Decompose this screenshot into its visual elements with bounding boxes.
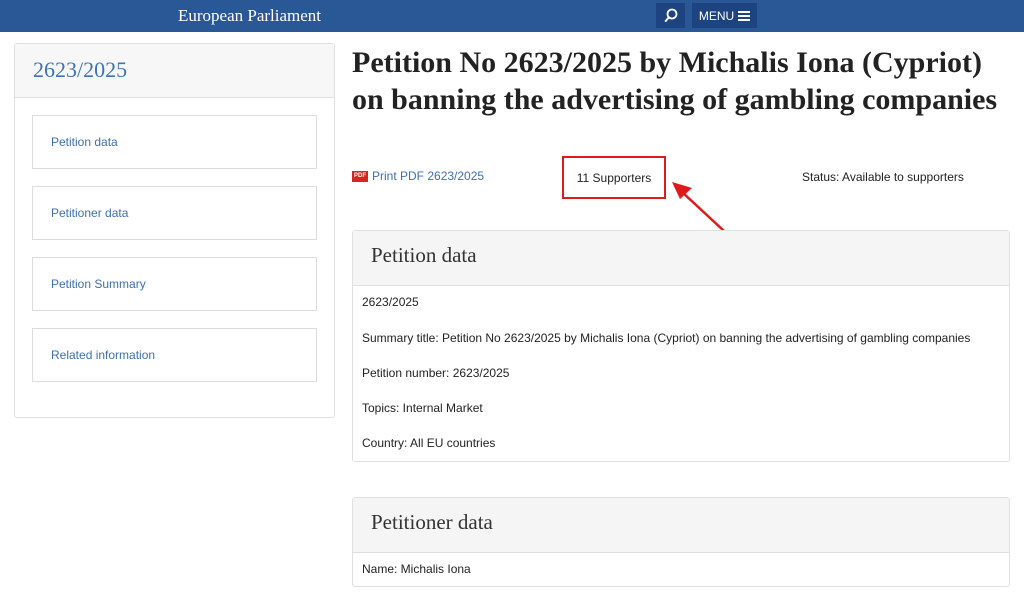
supporters-count-highlight: 11 Supporters [562,156,666,199]
pdf-icon: PDF [352,170,368,182]
site-brand-link[interactable]: European Parliament [178,6,321,26]
petitioner-name: Name: Michalis Iona [362,562,471,576]
topics: Topics: Internal Market [362,401,483,415]
summary-title: Summary title: Petition No 2623/2025 by … [362,331,971,345]
print-pdf-link[interactable]: PDF Print PDF 2623/2025 [352,169,484,183]
top-navigation-bar: European Parliament MENU [0,0,1024,32]
sidebar-item-petition-summary[interactable]: Petition Summary [32,257,317,311]
hamburger-icon [738,10,751,21]
page-title: Petition No 2623/2025 by Michalis Iona (… [352,46,998,116]
sidebar-item-petition-data[interactable]: Petition data [32,115,317,169]
sidebar-item-related-information[interactable]: Related information [32,328,317,382]
search-icon [663,8,677,23]
petition-data-heading: Petition data [353,231,1009,286]
supporters-count: 11 Supporters [576,170,652,185]
country: Country: All EU countries [362,436,496,450]
menu-button-label: MENU [698,8,735,23]
petition-data-panel: Petition data 2623/2025 Summary title: P… [352,230,1010,462]
sidebar-header: 2623/2025 [15,44,334,98]
menu-button[interactable]: MENU [692,3,757,28]
petition-reference: 2623/2025 [362,295,419,309]
petition-number: Petition number: 2623/2025 [362,366,510,380]
petitioner-data-heading: Petitioner data [353,498,1009,553]
print-pdf-label: Print PDF 2623/2025 [372,169,485,183]
sidebar-panel: 2623/2025 Petition data Petitioner data … [14,43,335,418]
petitioner-data-panel: Petitioner data Name: Michalis Iona [352,497,1010,587]
sidebar-item-petitioner-data[interactable]: Petitioner data [32,186,317,240]
search-button[interactable] [656,3,685,28]
sidebar-title: 2623/2025 [33,57,128,82]
status-text: Status: Available to supporters [802,170,964,184]
